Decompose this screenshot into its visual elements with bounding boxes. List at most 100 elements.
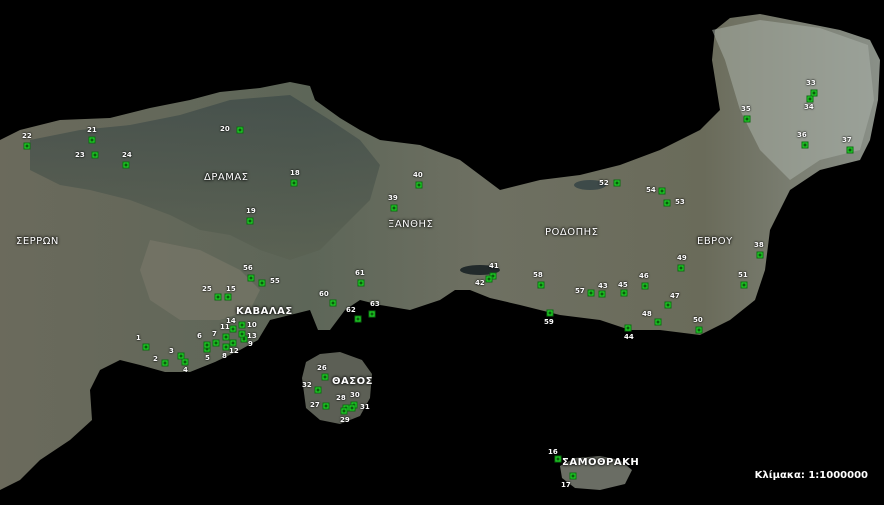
station-marker-11[interactable]: [222, 333, 230, 341]
station-label-4: 4: [183, 366, 188, 374]
station-marker-15[interactable]: [224, 293, 232, 301]
station-marker-47[interactable]: [664, 301, 672, 309]
station-label-12: 12: [229, 347, 239, 355]
station-label-63: 63: [370, 300, 380, 308]
station-label-61: 61: [355, 269, 365, 277]
station-marker-4[interactable]: [181, 358, 189, 366]
station-marker-24[interactable]: [122, 161, 130, 169]
station-marker-62[interactable]: [354, 315, 362, 323]
station-marker-20[interactable]: [236, 126, 244, 134]
station-marker-2[interactable]: [161, 359, 169, 367]
region-label-drama: ΔΡΑΜΑΣ: [204, 172, 249, 183]
station-label-27: 27: [310, 401, 320, 409]
station-marker-43[interactable]: [598, 290, 606, 298]
station-label-29: 29: [340, 416, 350, 424]
station-label-30: 30: [350, 391, 360, 399]
station-marker-55[interactable]: [258, 279, 266, 287]
station-marker-58[interactable]: [537, 281, 545, 289]
station-label-49: 49: [677, 254, 687, 262]
station-marker-7[interactable]: [212, 339, 220, 347]
station-marker-48[interactable]: [654, 318, 662, 326]
station-label-13: 13: [247, 332, 257, 340]
station-marker-22[interactable]: [23, 142, 31, 150]
station-marker-21[interactable]: [88, 136, 96, 144]
station-marker-35[interactable]: [743, 115, 751, 123]
station-marker-25[interactable]: [214, 293, 222, 301]
region-label-kavala: ΚΑΒΑΛΑΣ: [236, 306, 293, 317]
station-label-7: 7: [212, 330, 217, 338]
station-marker-19[interactable]: [246, 217, 254, 225]
station-label-44: 44: [624, 333, 634, 341]
station-marker-26[interactable]: [321, 373, 329, 381]
station-label-9: 9: [248, 340, 253, 348]
station-marker-54[interactable]: [658, 187, 666, 195]
station-marker-59[interactable]: [546, 309, 554, 317]
station-label-34: 34: [804, 103, 814, 111]
station-label-59: 59: [544, 318, 554, 326]
station-label-60: 60: [319, 290, 329, 298]
station-label-58: 58: [533, 271, 543, 279]
station-marker-44[interactable]: [624, 324, 632, 332]
station-label-3: 3: [169, 347, 174, 355]
station-label-16: 16: [548, 448, 558, 456]
station-marker-51[interactable]: [740, 281, 748, 289]
station-marker-50[interactable]: [695, 326, 703, 334]
region-label-serres: ΣΕΡΡΩΝ: [16, 236, 59, 247]
station-label-18: 18: [290, 169, 300, 177]
station-marker-45[interactable]: [620, 289, 628, 297]
region-label-samothraki: ΣΑΜΟΘΡΑΚΗ: [562, 457, 640, 468]
station-label-23: 23: [75, 151, 85, 159]
station-marker-32[interactable]: [314, 386, 322, 394]
station-label-24: 24: [122, 151, 132, 159]
station-marker-53[interactable]: [663, 199, 671, 207]
station-marker-42[interactable]: [485, 275, 493, 283]
station-label-43: 43: [598, 282, 608, 290]
station-label-41: 41: [489, 262, 499, 270]
station-label-32: 32: [302, 381, 312, 389]
station-marker-46[interactable]: [641, 282, 649, 290]
station-label-19: 19: [246, 207, 256, 215]
station-label-26: 26: [317, 364, 327, 372]
station-marker-63[interactable]: [368, 310, 376, 318]
station-marker-12[interactable]: [229, 339, 237, 347]
satellite-map: ΣΕΡΡΩΝ ΔΡΑΜΑΣ ΞΑΝΘΗΣ ΡΟΔΟΠΗΣ ΕΒΡΟΥ ΚΑΒΑΛ…: [0, 0, 884, 505]
station-marker-23[interactable]: [91, 151, 99, 159]
station-marker-37[interactable]: [846, 146, 854, 154]
station-marker-17[interactable]: [569, 472, 577, 480]
station-marker-38[interactable]: [756, 251, 764, 259]
station-marker-27[interactable]: [322, 402, 330, 410]
station-marker-14[interactable]: [229, 325, 237, 333]
station-label-39: 39: [388, 194, 398, 202]
station-label-54: 54: [646, 186, 656, 194]
station-marker-13[interactable]: [238, 330, 246, 338]
station-marker-1[interactable]: [142, 343, 150, 351]
station-marker-39[interactable]: [390, 204, 398, 212]
station-label-42: 42: [475, 279, 485, 287]
station-marker-49[interactable]: [677, 264, 685, 272]
station-label-6: 6: [197, 332, 202, 340]
station-marker-40[interactable]: [415, 181, 423, 189]
map-scale: Κλίμακα: 1:1000000: [754, 470, 868, 481]
station-marker-34[interactable]: [806, 95, 814, 103]
station-marker-16[interactable]: [554, 455, 562, 463]
station-marker-6[interactable]: [203, 341, 211, 349]
station-marker-36[interactable]: [801, 141, 809, 149]
station-marker-10[interactable]: [238, 321, 246, 329]
station-marker-61[interactable]: [357, 279, 365, 287]
station-label-52: 52: [599, 179, 609, 187]
station-label-28: 28: [336, 394, 346, 402]
station-marker-18[interactable]: [290, 179, 298, 187]
station-marker-57[interactable]: [587, 289, 595, 297]
station-label-15: 15: [226, 285, 236, 293]
station-marker-56[interactable]: [247, 274, 255, 282]
station-marker-60[interactable]: [329, 299, 337, 307]
station-marker-31[interactable]: [348, 404, 356, 412]
station-label-10: 10: [247, 321, 257, 329]
station-marker-29[interactable]: [340, 407, 348, 415]
station-label-40: 40: [413, 171, 423, 179]
station-label-55: 55: [270, 277, 280, 285]
station-label-56: 56: [243, 264, 253, 272]
station-label-37: 37: [842, 136, 852, 144]
station-marker-52[interactable]: [613, 179, 621, 187]
station-label-46: 46: [639, 272, 649, 280]
